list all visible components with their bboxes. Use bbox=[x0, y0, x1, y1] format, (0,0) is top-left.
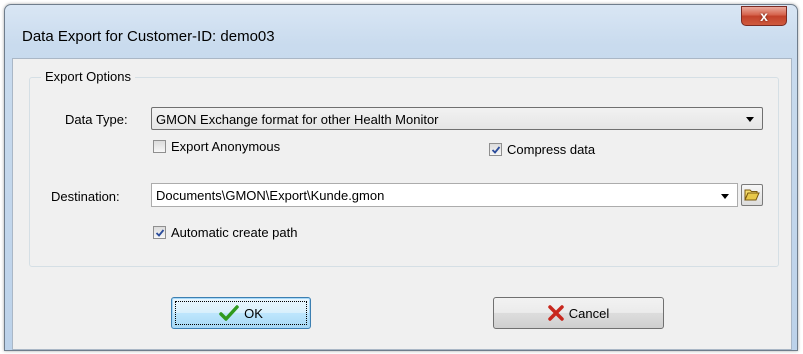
x-mark-icon bbox=[548, 305, 564, 321]
dialog-body: Export Options Data Type: GMON Exchange … bbox=[12, 58, 792, 350]
title-bar[interactable]: Data Export for Customer-ID: demo03 x bbox=[5, 5, 797, 55]
export-anonymous-checkbox[interactable]: Export Anonymous bbox=[153, 139, 280, 154]
compress-data-label: Compress data bbox=[507, 142, 596, 157]
destination-value: Documents\GMON\Export\Kunde.gmon bbox=[156, 188, 385, 203]
chevron-down-icon[interactable] bbox=[721, 194, 729, 199]
automatic-create-path-box bbox=[153, 226, 166, 239]
close-button[interactable]: x bbox=[741, 6, 787, 26]
data-type-select[interactable]: GMON Exchange format for other Health Mo… bbox=[151, 107, 763, 130]
compress-data-box bbox=[489, 143, 502, 156]
browse-button[interactable] bbox=[741, 184, 763, 206]
folder-open-icon bbox=[744, 189, 760, 201]
focus-ring bbox=[175, 301, 307, 325]
checkmark-icon bbox=[155, 228, 164, 237]
destination-combo[interactable]: Documents\GMON\Export\Kunde.gmon bbox=[151, 183, 738, 207]
group-title: Export Options bbox=[41, 69, 135, 84]
checkmark-icon bbox=[491, 145, 500, 154]
export-options-group: Export Options Data Type: GMON Exchange … bbox=[29, 69, 779, 267]
cancel-label: Cancel bbox=[568, 305, 610, 321]
automatic-create-path-label: Automatic create path bbox=[171, 225, 298, 240]
destination-label: Destination: bbox=[51, 189, 120, 204]
automatic-create-path-checkbox[interactable]: Automatic create path bbox=[153, 225, 297, 240]
chevron-down-icon bbox=[746, 117, 754, 122]
data-type-label: Data Type: bbox=[65, 112, 128, 127]
export-dialog: Data Export for Customer-ID: demo03 x Ex… bbox=[4, 4, 798, 351]
cancel-button[interactable]: Cancel bbox=[493, 297, 664, 329]
ok-button[interactable]: OK bbox=[171, 297, 311, 329]
export-anonymous-label: Export Anonymous bbox=[171, 139, 281, 154]
compress-data-checkbox[interactable]: Compress data bbox=[489, 142, 595, 157]
dialog-title: Data Export for Customer-ID: demo03 bbox=[22, 28, 275, 45]
export-anonymous-box bbox=[153, 140, 166, 153]
close-icon: x bbox=[760, 8, 768, 24]
data-type-value: GMON Exchange format for other Health Mo… bbox=[156, 112, 439, 127]
